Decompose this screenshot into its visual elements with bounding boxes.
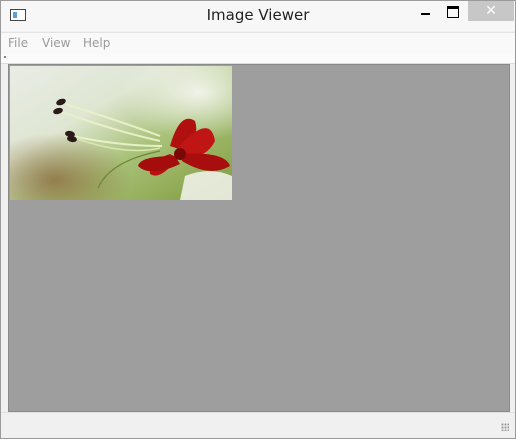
close-icon: ✕ <box>485 3 497 19</box>
toolbar <box>1 55 515 64</box>
resize-grip[interactable] <box>501 423 509 431</box>
title-bar[interactable]: Image Viewer ✕ <box>1 1 515 31</box>
menu-help[interactable]: Help <box>83 36 110 50</box>
toolbar-grip[interactable] <box>4 56 6 58</box>
image-viewport[interactable] <box>8 64 510 412</box>
minimize-icon <box>421 13 430 15</box>
maximize-icon <box>447 6 459 18</box>
main-window: Image Viewer ✕ File View Help <box>0 0 516 439</box>
close-button[interactable]: ✕ <box>468 1 514 21</box>
status-bar <box>1 412 515 437</box>
displayed-image <box>10 66 232 200</box>
menu-file[interactable]: File <box>8 36 28 50</box>
maximize-button[interactable] <box>439 1 467 21</box>
menu-view[interactable]: View <box>42 36 70 50</box>
menu-bar: File View Help <box>1 32 515 55</box>
minimize-button[interactable] <box>411 1 439 21</box>
